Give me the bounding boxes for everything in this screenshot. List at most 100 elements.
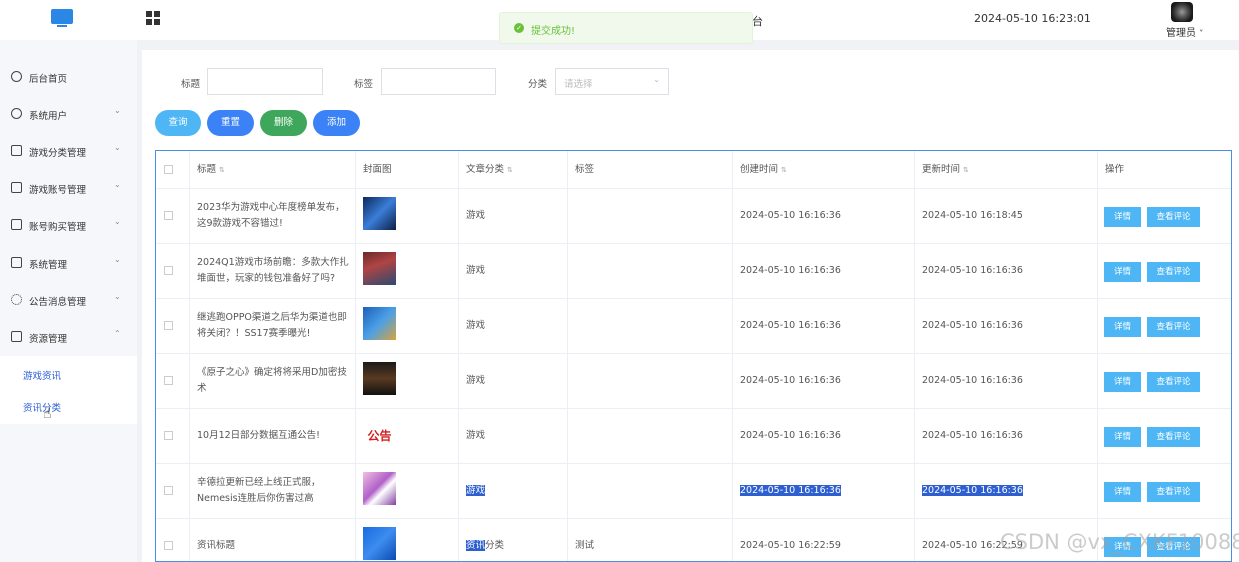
card-icon [11,219,22,230]
delete-button[interactable]: 删除 [260,110,307,136]
cover-image [363,252,396,285]
sort-icon[interactable]: ⇅ [507,166,513,174]
row-checkbox[interactable] [164,211,173,220]
tag-filter-label: 标签 [354,79,374,90]
row-created: 2024-05-10 16:16:36 [740,265,841,276]
reset-button[interactable]: 重置 [207,110,254,136]
user-menu[interactable]: 管理员 ˅ [1166,24,1203,39]
category-select[interactable]: 请选择 ⌄ [555,68,669,95]
cover-image [363,197,396,230]
sidebar-item-game-category[interactable]: 游戏分类管理 ⌄ [0,132,137,169]
column-header-created[interactable]: 创建时间 ⇅ [740,162,908,178]
folder-icon [11,257,22,268]
row-checkbox[interactable] [164,431,173,440]
user-avatar[interactable] [1171,2,1193,22]
view-comments-button[interactable]: 查看评论 [1147,372,1200,392]
row-category-highlight: 资讯 [466,540,486,551]
row-tag: 测试 [575,540,595,551]
row-category-text: 游戏 [466,485,486,496]
row-category: 游戏 [466,483,486,499]
sidebar-item-system-users[interactable]: 系统用户 ⌄ [0,95,137,132]
cover-image [363,307,396,340]
row-category: 资讯分类 [466,538,561,554]
sidebar-item-news-category[interactable]: 资讯分类 [23,400,61,414]
column-header-cover: 封面图 [363,164,392,175]
add-button[interactable]: 添加 [313,110,360,136]
resources-submenu: 游戏资讯 资讯分类 [0,356,137,424]
tag-filter-input[interactable] [381,68,496,95]
sort-icon[interactable]: ⇅ [963,166,969,174]
row-checkbox[interactable] [164,541,173,550]
query-button[interactable]: 查询 [155,110,201,136]
sidebar-item-account-purchase[interactable]: 账号购买管理 ⌄ [0,206,137,243]
row-checkbox[interactable] [164,321,173,330]
sidebar-item-game-account[interactable]: 游戏账号管理 ⌄ [0,169,137,206]
clock-icon [11,71,22,82]
title-filter-label: 标题 [181,79,201,90]
row-category: 游戏 [466,320,486,331]
table-row: 2023华为游戏中心年度榜单发布，这9款游戏不容错过! 游戏 2024-05-1… [156,189,1231,244]
sidebar-item-game-news[interactable]: 游戏资讯 [23,368,61,382]
row-updated: 2024-05-10 16:16:36 [922,483,1023,499]
row-checkbox[interactable] [164,266,173,275]
chevron-down-icon: ˅ [1199,29,1204,38]
column-header-updated[interactable]: 更新时间 ⇅ [922,162,1091,178]
check-circle-icon: ✓ [514,23,524,33]
sort-icon[interactable]: ⇅ [219,166,225,174]
chevron-up-icon: ⌃ [114,329,121,338]
success-toast: ✓ 提交成功! [499,12,753,44]
sort-icon[interactable]: ⇅ [781,166,787,174]
table-row: 《原子之心》确定将将采用D加密技术 游戏 2024-05-10 16:16:36… [156,354,1231,409]
column-header-actions: 操作 [1105,164,1125,175]
row-created: 2024-05-10 16:22:59 [740,540,841,551]
view-comments-button[interactable]: 查看评论 [1147,317,1200,337]
row-title: 10月12日部分数据互通公告! [197,430,320,441]
card-icon [11,182,22,193]
row-updated: 2024-05-10 16:18:45 [922,210,1023,221]
row-category: 游戏 [466,430,486,441]
column-header-title[interactable]: 标题 ⇅ [197,162,349,178]
detail-button[interactable]: 详情 [1104,427,1141,447]
view-comments-button[interactable]: 查看评论 [1147,482,1200,502]
sidebar-item-dashboard[interactable]: 后台首页 [0,58,137,95]
table-row: 辛德拉更新已经上线正式服，Nemesis连胜后你伤害过高 游戏 2024-05-… [156,464,1231,519]
column-header-label: 创建时间 [740,164,779,175]
column-header-category[interactable]: 文章分类 ⇅ [466,162,561,178]
title-filter-input[interactable] [207,68,323,95]
sidebar-item-announcements[interactable]: 公告消息管理 ⌄ [0,281,137,318]
sidebar-item-label: 游戏分类管理 [29,148,87,159]
row-updated-text: 2024-05-10 16:16:36 [922,485,1023,496]
row-title: 辛德拉更新已经上线正式服，Nemesis连胜后你伤害过高 [197,477,321,504]
sidebar-item-label: 系统管理 [29,260,68,271]
select-all-checkbox[interactable] [164,165,173,174]
apps-grid-icon[interactable] [146,11,160,25]
monitor-logo-icon [51,9,73,29]
detail-button[interactable]: 详情 [1104,207,1141,227]
news-table: 标题 ⇅ 封面图 文章分类 ⇅ 标签 创建时间 ⇅ 更新时间 ⇅ 操作 2023华为游戏… [155,150,1232,562]
row-category: 游戏 [466,210,486,221]
cover-image [363,472,396,505]
row-checkbox[interactable] [164,376,173,385]
current-datetime: 2024-05-10 16:23:01 [974,12,1091,25]
row-title: 继逃跑OPPO渠道之后华为渠道也即将关闭？！SS17赛季曝光! [197,312,347,339]
sidebar-item-system-management[interactable]: 系统管理 ⌄ [0,244,137,281]
view-comments-button[interactable]: 查看评论 [1147,262,1200,282]
table-row: 2024Q1游戏市场前瞻：多款大作扎堆面世，玩家的钱包准备好了吗? 游戏 202… [156,244,1231,299]
sidebar-item-resources[interactable]: 资源管理 ⌃ [0,318,137,355]
view-comments-button[interactable]: 查看评论 [1147,427,1200,447]
row-checkbox[interactable] [164,486,173,495]
hand-cursor-icon: ☝ [43,406,52,422]
table-row: 10月12日部分数据互通公告! 公告 游戏 2024-05-10 16:16:3… [156,409,1231,464]
row-updated: 2024-05-10 16:16:36 [922,430,1023,441]
row-title: 资讯标题 [197,540,236,551]
sidebar: 后台首页 系统用户 ⌄ 游戏分类管理 ⌄ 游戏账号管理 ⌄ 账号购买管理 ⌄ 系… [0,40,137,562]
table-row: 继逃跑OPPO渠道之后华为渠道也即将关闭？！SS17赛季曝光! 游戏 2024-… [156,299,1231,354]
row-created: 2024-05-10 16:16:36 [740,375,841,386]
column-header-tag: 标签 [575,164,595,175]
sidebar-item-label: 系统用户 [29,111,68,122]
view-comments-button[interactable]: 查看评论 [1147,207,1200,227]
detail-button[interactable]: 详情 [1104,482,1141,502]
detail-button[interactable]: 详情 [1104,317,1141,337]
detail-button[interactable]: 详情 [1104,262,1141,282]
detail-button[interactable]: 详情 [1104,372,1141,392]
